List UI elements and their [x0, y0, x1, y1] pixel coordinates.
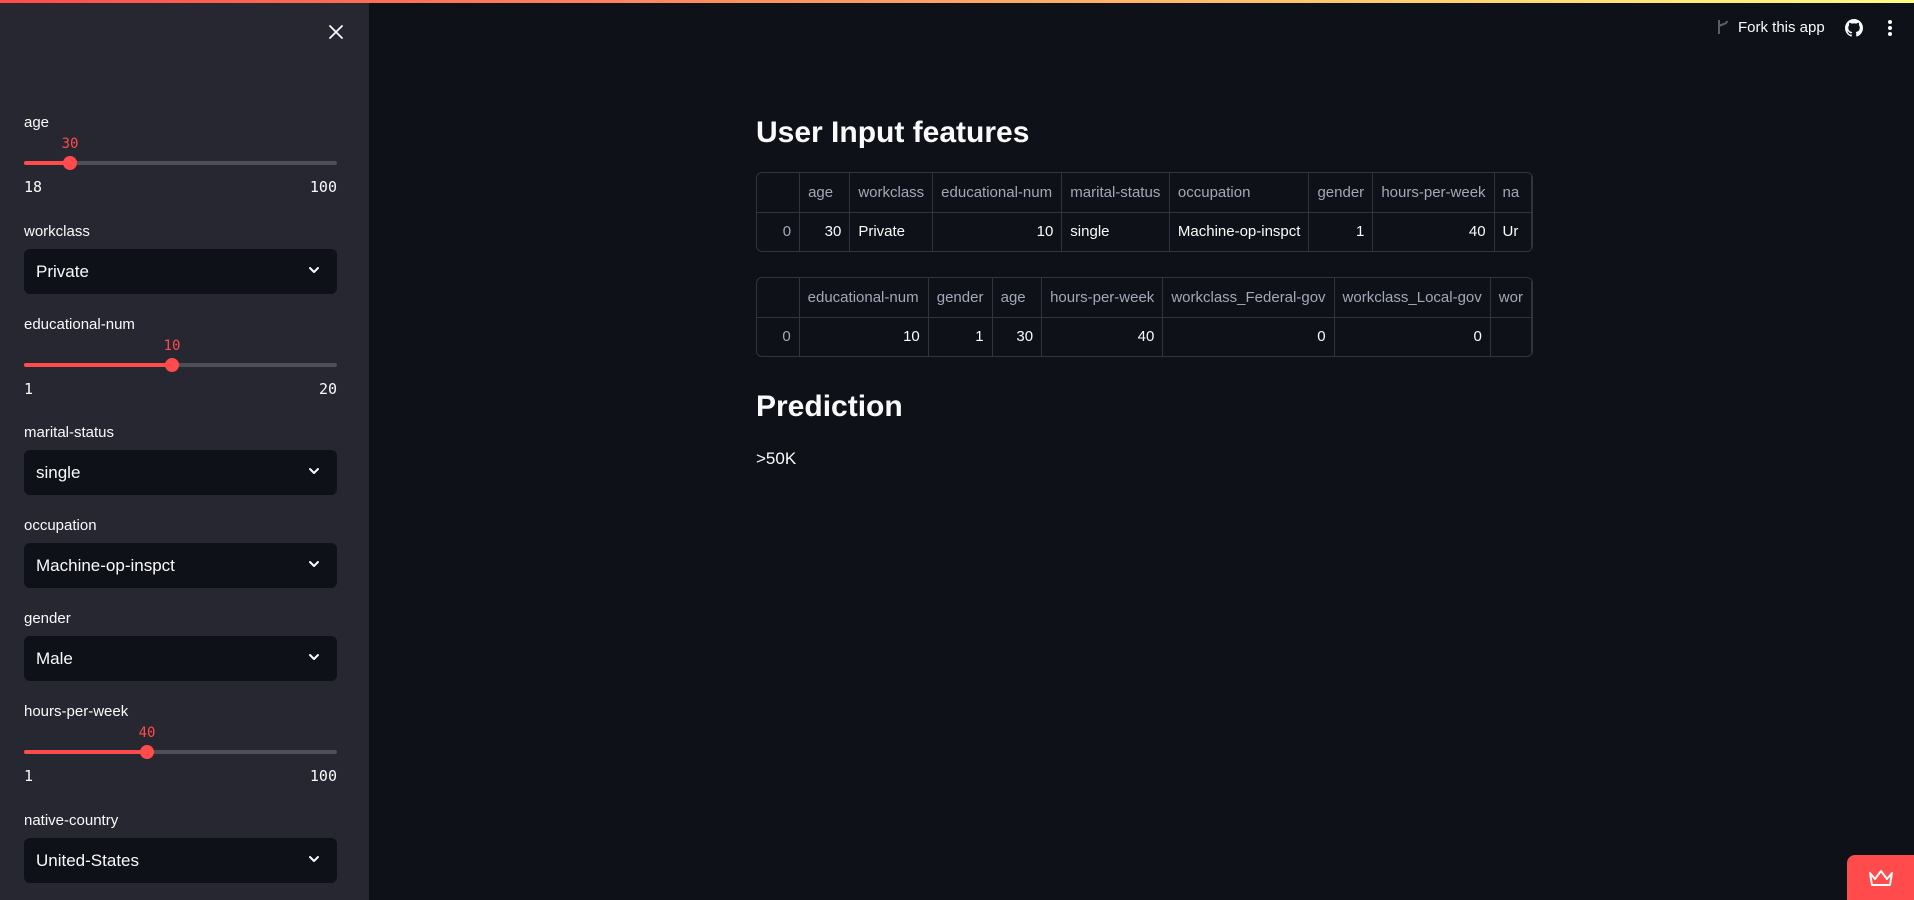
table-cell: single — [1061, 212, 1170, 251]
table-cell: 30 — [799, 212, 851, 251]
workclass-label: workclass — [24, 223, 90, 240]
occupation-selected-value: Machine-op-inspct — [36, 555, 175, 575]
table-header[interactable]: workclass_Federal-gov — [1162, 278, 1335, 318]
age-slider-min: 18 — [24, 178, 43, 196]
chevron-down-icon — [309, 561, 319, 567]
age-slider[interactable] — [24, 156, 337, 170]
sidebar: age 30 18 100 workclass Private educatio… — [0, 0, 369, 900]
marital-status-label: marital-status — [24, 424, 115, 441]
table-cell: Ur — [1494, 212, 1532, 251]
marital-status-select[interactable]: single — [24, 450, 337, 495]
prediction-title: Prediction — [756, 390, 903, 423]
table-header[interactable]: educational-num — [932, 173, 1063, 213]
table-header[interactable]: gender — [928, 278, 993, 318]
workclass-select[interactable]: Private — [24, 249, 337, 294]
table-header[interactable]: hours-per-week — [1041, 278, 1164, 318]
table-header[interactable]: wor — [1490, 278, 1532, 318]
hours-per-week-label: hours-per-week — [24, 703, 129, 720]
table-cell: 40 — [1041, 317, 1164, 356]
age-slider-max: 100 — [309, 178, 337, 196]
native-country-select[interactable]: United-States — [24, 838, 337, 883]
table-cell: 10 — [799, 317, 929, 356]
table-cell: Private — [849, 212, 934, 251]
table-cell: 10 — [932, 212, 1063, 251]
table-cell: 1 — [1308, 212, 1374, 251]
table-header[interactable]: age — [992, 278, 1043, 318]
table-header[interactable]: occupation — [1169, 173, 1310, 213]
hours-per-week-slider[interactable] — [24, 745, 337, 759]
fork-icon — [1718, 20, 1728, 34]
table-row: 0 30 Private 10 single Machine-op-inspct… — [757, 212, 1532, 251]
chevron-down-icon — [309, 654, 319, 660]
table-header[interactable]: age — [799, 173, 851, 213]
streamlit-badge-button[interactable] — [1847, 855, 1914, 900]
table-row: 0 10 1 30 40 0 0 — [757, 317, 1532, 356]
hours-per-week-slider-value: 40 — [138, 725, 156, 741]
encoded-features-dataframe[interactable]: educational-num gender age hours-per-wee… — [756, 277, 1533, 357]
educational-num-slider-thumb[interactable] — [165, 358, 179, 372]
table-cell: 30 — [992, 317, 1043, 356]
table-header — [757, 173, 801, 213]
hours-per-week-slider-min: 1 — [24, 767, 34, 785]
marital-status-selected-value: single — [36, 462, 81, 482]
age-slider-value: 30 — [61, 136, 79, 152]
close-sidebar-button[interactable] — [322, 18, 350, 46]
table-cell: 0 — [1162, 317, 1335, 356]
user-input-dataframe[interactable]: age workclass educational-num marital-st… — [756, 172, 1533, 252]
user-input-features-title: User Input features — [756, 116, 1030, 149]
hours-per-week-slider-fill — [24, 750, 147, 754]
age-slider-thumb[interactable] — [63, 156, 77, 170]
educational-num-slider-max: 20 — [318, 380, 337, 398]
educational-num-slider-fill — [24, 363, 172, 367]
hours-per-week-slider-thumb[interactable] — [140, 745, 154, 759]
fork-app-label: Fork this app — [1738, 18, 1825, 36]
table-header[interactable]: marital-status — [1061, 173, 1170, 213]
educational-num-label: educational-num — [24, 316, 135, 333]
fork-app-button[interactable]: Fork this app — [1716, 18, 1825, 36]
table-cell: 0 — [757, 317, 800, 356]
occupation-label: occupation — [24, 517, 97, 534]
crown-icon — [1868, 869, 1893, 886]
age-label: age — [24, 114, 50, 131]
github-icon[interactable] — [1845, 19, 1863, 42]
educational-num-slider-value: 10 — [163, 338, 181, 354]
native-country-label: native-country — [24, 812, 119, 829]
prediction-value: >50K — [756, 449, 797, 468]
native-country-selected-value: United-States — [36, 850, 139, 870]
table-header-row: age workclass educational-num marital-st… — [757, 173, 1532, 213]
table-cell: Machine-op-inspct — [1169, 212, 1310, 251]
table-header[interactable]: na — [1494, 173, 1532, 213]
educational-num-slider-min: 1 — [24, 380, 34, 398]
close-icon — [329, 25, 343, 39]
table-header[interactable]: workclass_Local-gov — [1334, 278, 1491, 318]
gender-select[interactable]: Male — [24, 636, 337, 681]
table-header[interactable]: workclass — [849, 173, 934, 213]
table-cell: 0 — [1334, 317, 1491, 356]
table-cell: 1 — [928, 317, 993, 356]
table-header-row: educational-num gender age hours-per-wee… — [757, 278, 1532, 318]
educational-num-slider[interactable] — [24, 358, 337, 372]
gender-label: gender — [24, 610, 71, 627]
kebab-menu-icon[interactable] — [1887, 19, 1893, 42]
chevron-down-icon — [309, 267, 319, 273]
table-cell: 40 — [1372, 212, 1495, 251]
hours-per-week-slider-max: 100 — [309, 767, 337, 785]
chevron-down-icon — [309, 856, 319, 862]
table-header[interactable]: gender — [1308, 173, 1374, 213]
table-header[interactable]: educational-num — [799, 278, 929, 318]
occupation-select[interactable]: Machine-op-inspct — [24, 543, 337, 588]
top-decoration-bar — [0, 0, 1914, 3]
table-cell: 0 — [757, 212, 801, 251]
gender-selected-value: Male — [36, 648, 73, 668]
table-cell — [1490, 317, 1532, 356]
workclass-selected-value: Private — [36, 261, 89, 281]
table-header — [757, 278, 800, 318]
chevron-down-icon — [309, 468, 319, 474]
table-header[interactable]: hours-per-week — [1372, 173, 1495, 213]
